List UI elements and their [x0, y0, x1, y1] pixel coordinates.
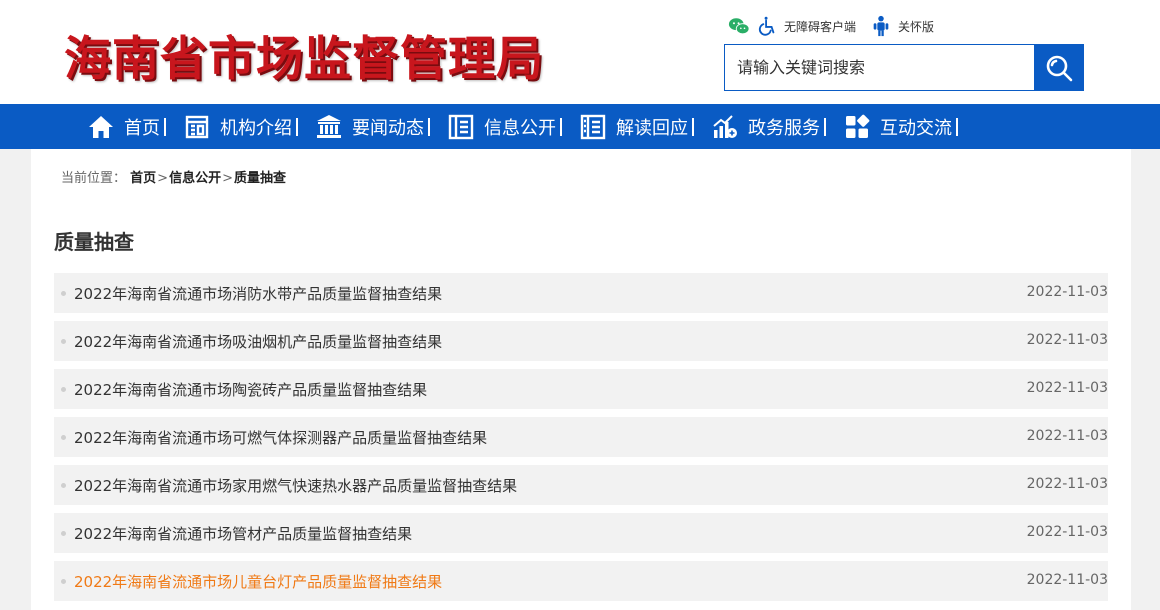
list-item[interactable]: 2022年海南省流通市场儿童台灯产品质量监督抽查结果 2022-11-03 — [54, 561, 1108, 601]
main-nav: 首页 机构介绍 要闻动态 信息公开 解读回应 政务服务 互动交流 — [0, 104, 1160, 149]
list-item[interactable]: 2022年海南省流通市场可燃气体探测器产品质量监督抽查结果 2022-11-03 — [54, 417, 1108, 457]
list-item-title[interactable]: 2022年海南省流通市场可燃气体探测器产品质量监督抽查结果 — [74, 427, 487, 448]
nav-divider — [560, 117, 562, 136]
content-panel: 当前位置： 首页>信息公开>质量抽查 质量抽查 2022年海南省流通市场消防水带… — [31, 149, 1131, 610]
nav-divider — [824, 117, 826, 136]
list-item-title[interactable]: 2022年海南省流通市场吸油烟机产品质量监督抽查结果 — [74, 331, 442, 352]
list-item-title[interactable]: 2022年海南省流通市场家用燃气快速热水器产品质量监督抽查结果 — [74, 475, 517, 496]
nav-item-news[interactable]: 要闻动态 — [316, 104, 448, 149]
bullet-icon — [61, 483, 66, 488]
list-item-date: 2022-11-03 — [1026, 476, 1108, 492]
breadcrumb-current[interactable]: 质量抽查 — [234, 171, 286, 186]
nav-divider — [692, 117, 694, 136]
nav-item-organization[interactable]: 机构介绍 — [184, 104, 316, 149]
list-item-date: 2022-11-03 — [1026, 524, 1108, 540]
list-item-title[interactable]: 2022年海南省流通市场儿童台灯产品质量监督抽查结果 — [74, 571, 442, 592]
search-button[interactable] — [1034, 45, 1083, 90]
list-item[interactable]: 2022年海南省流通市场家用燃气快速热水器产品质量监督抽查结果 2022-11-… — [54, 465, 1108, 505]
search-icon — [1046, 55, 1072, 81]
list-item-date: 2022-11-03 — [1026, 284, 1108, 300]
care-mode-link[interactable]: 关怀版 — [898, 18, 934, 35]
breadcrumb-separator: > — [157, 171, 169, 186]
list-item[interactable]: 2022年海南省流通市场管材产品质量监督抽查结果 2022-11-03 — [54, 513, 1108, 553]
header-tools: 无障碍客户端 关怀版 — [728, 14, 948, 38]
bullet-icon — [61, 435, 66, 440]
list-item-date: 2022-11-03 — [1026, 332, 1108, 348]
wechat-icon[interactable] — [728, 15, 750, 37]
nav-label: 互动交流 — [880, 117, 952, 139]
breadcrumb-prefix: 当前位置： — [61, 171, 127, 186]
header: 海南省市场监督管理局 无障碍客户端 关怀版 请输入关键词搜索 — [0, 0, 1160, 104]
nav-divider — [164, 117, 166, 136]
bullet-icon — [61, 579, 66, 584]
nav-item-info-disclosure[interactable]: 信息公开 — [448, 104, 580, 149]
book-icon — [580, 114, 606, 139]
site-logo[interactable]: 海南省市场监督管理局 — [64, 20, 544, 89]
breadcrumb-info-disclosure[interactable]: 信息公开 — [169, 171, 221, 186]
accessibility-link[interactable]: 无障碍客户端 — [784, 18, 856, 35]
breadcrumb-separator: > — [222, 171, 233, 186]
nav-divider — [428, 117, 430, 136]
nav-label: 机构介绍 — [220, 117, 292, 139]
article-list: 2022年海南省流通市场消防水带产品质量监督抽查结果 2022-11-03 20… — [54, 273, 1108, 609]
search-input[interactable] — [725, 45, 1035, 90]
nav-label: 要闻动态 — [352, 117, 424, 139]
nav-label: 首页 — [124, 117, 160, 139]
breadcrumb: 当前位置： 首页>信息公开>质量抽查 — [61, 167, 286, 186]
list-item-title[interactable]: 2022年海南省流通市场管材产品质量监督抽查结果 — [74, 523, 412, 544]
wheelchair-icon[interactable] — [756, 15, 778, 37]
org-icon — [185, 115, 209, 138]
list-item-date: 2022-11-03 — [1026, 428, 1108, 444]
nav-divider — [956, 117, 958, 136]
doc-list-icon — [448, 114, 474, 139]
care-mode-icon[interactable] — [870, 15, 892, 37]
home-icon — [89, 115, 113, 138]
list-item-title[interactable]: 2022年海南省流通市场陶瓷砖产品质量监督抽查结果 — [74, 379, 427, 400]
bullet-icon — [61, 339, 66, 344]
nav-label: 政务服务 — [748, 117, 820, 139]
list-item-title[interactable]: 2022年海南省流通市场消防水带产品质量监督抽查结果 — [74, 283, 442, 304]
list-item-date: 2022-11-03 — [1026, 380, 1108, 396]
grid-icon — [846, 114, 870, 138]
nav-item-interpretation[interactable]: 解读回应 — [580, 104, 712, 149]
list-item[interactable]: 2022年海南省流通市场消防水带产品质量监督抽查结果 2022-11-03 — [54, 273, 1108, 313]
service-chart-icon — [713, 114, 737, 138]
bullet-icon — [61, 531, 66, 536]
nav-label: 信息公开 — [484, 117, 556, 139]
bullet-icon — [61, 387, 66, 392]
nav-label: 解读回应 — [616, 117, 688, 139]
nav-item-home[interactable]: 首页 — [88, 104, 184, 149]
nav-divider — [296, 117, 298, 136]
list-item[interactable]: 2022年海南省流通市场吸油烟机产品质量监督抽查结果 2022-11-03 — [54, 321, 1108, 361]
nav-item-services[interactable]: 政务服务 — [712, 104, 844, 149]
list-item[interactable]: 2022年海南省流通市场陶瓷砖产品质量监督抽查结果 2022-11-03 — [54, 369, 1108, 409]
bullet-icon — [61, 291, 66, 296]
breadcrumb-home[interactable]: 首页 — [130, 171, 156, 186]
building-icon — [317, 114, 341, 138]
nav-item-interaction[interactable]: 互动交流 — [844, 104, 976, 149]
search-box — [724, 44, 1084, 91]
list-item-date: 2022-11-03 — [1026, 572, 1108, 588]
section-title: 质量抽查 — [54, 230, 134, 254]
